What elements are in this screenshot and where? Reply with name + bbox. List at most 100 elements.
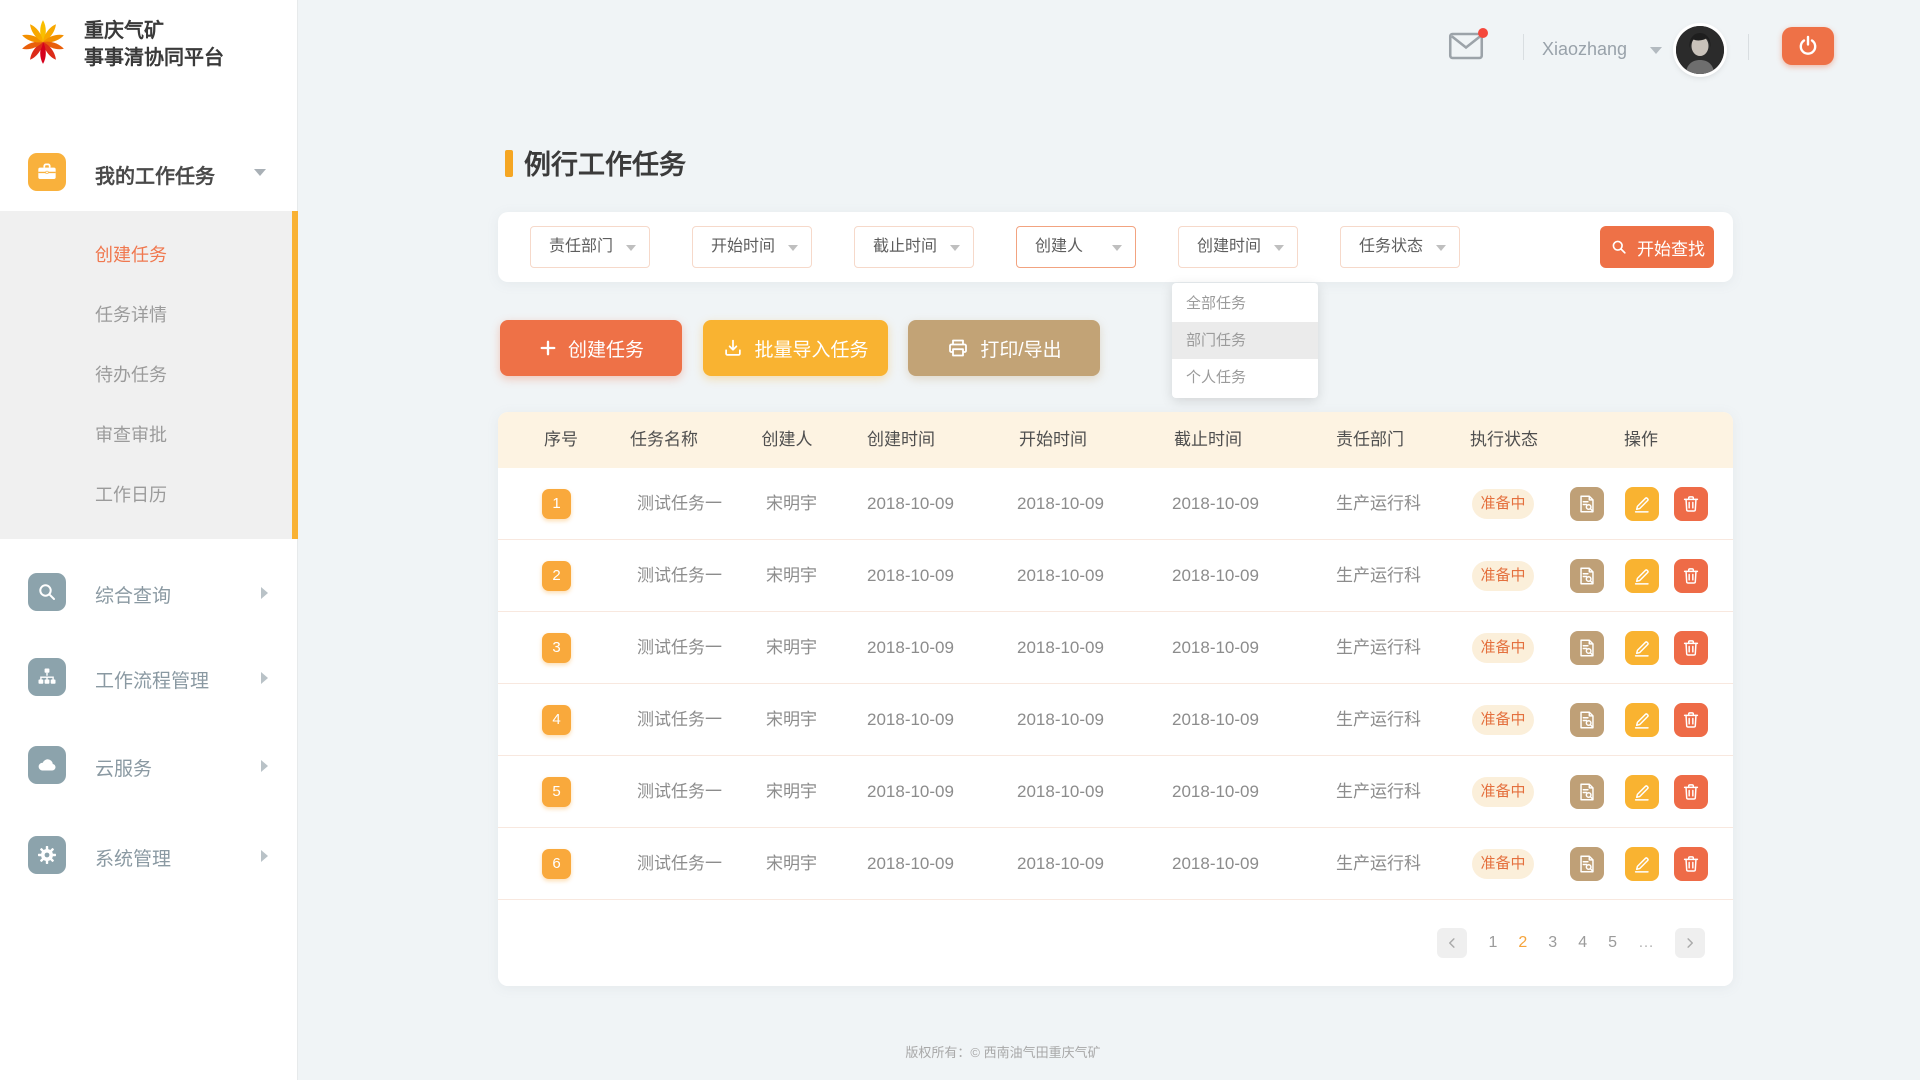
view-task-button[interactable] — [1570, 631, 1604, 665]
view-task-button[interactable] — [1570, 775, 1604, 809]
task-dept: 生产运行科 — [1336, 612, 1421, 684]
filter-bar: 责任部门 开始时间 截止时间 创建人 创建时间 任务状态 开始查找 — [498, 212, 1733, 282]
delete-task-button[interactable] — [1674, 847, 1708, 881]
page-title: 例行工作任务 — [524, 143, 686, 182]
view-task-button[interactable] — [1570, 703, 1604, 737]
view-task-button[interactable] — [1570, 559, 1604, 593]
sidebar-item-review-approval[interactable]: 审查审批 — [0, 405, 298, 465]
task-create-time: 2018-10-09 — [867, 756, 954, 828]
sidebar-item-work-calendar[interactable]: 工作日历 — [0, 465, 298, 525]
sidebar-item-cloud-services[interactable]: 云服务 — [0, 739, 298, 791]
brand-logo-icon — [15, 14, 71, 75]
bulk-import-button[interactable]: 批量导入任务 — [703, 320, 888, 376]
task-end-time: 2018-10-09 — [1172, 468, 1259, 540]
doc-search-icon — [1576, 853, 1598, 875]
col-header-task-name: 任务名称 — [604, 412, 724, 468]
search-button[interactable]: 开始查找 — [1600, 226, 1714, 268]
task-name: 测试任务一 — [637, 684, 722, 756]
delete-task-button[interactable] — [1674, 487, 1708, 521]
edit-task-button[interactable] — [1625, 631, 1659, 665]
col-header-dept: 责任部门 — [1310, 412, 1430, 468]
delete-task-button[interactable] — [1674, 775, 1708, 809]
cloud-icon — [28, 746, 66, 784]
print-export-button[interactable]: 打印/导出 — [908, 320, 1100, 376]
table-header: 序号 任务名称 创建人 创建时间 开始时间 截止时间 责任部门 执行状态 操作 — [498, 412, 1733, 468]
sidebar-item-todo-tasks[interactable]: 待办任务 — [0, 345, 298, 405]
next-page-button[interactable] — [1675, 928, 1705, 958]
pagination: 1 2 3 4 5 … — [1437, 928, 1705, 958]
pagination-row: 1 2 3 4 5 … — [498, 900, 1733, 986]
view-task-button[interactable] — [1570, 847, 1604, 881]
delete-task-button[interactable] — [1674, 703, 1708, 737]
chevron-right-icon — [261, 760, 268, 772]
menu-item-department-tasks[interactable]: 部门任务 — [1172, 322, 1318, 359]
edit-task-button[interactable] — [1625, 775, 1659, 809]
sidebar-section-label: 工作流程管理 — [95, 666, 209, 693]
sidebar-group-my-tasks[interactable]: 我的工作任务 — [0, 150, 298, 194]
filter-dropdown-create-time[interactable]: 创建时间 — [1178, 226, 1298, 268]
create-task-button[interactable]: 创建任务 — [500, 320, 682, 376]
filter-label: 开始时间 — [711, 238, 775, 255]
col-header-creator: 创建人 — [727, 412, 847, 468]
task-end-time: 2018-10-09 — [1172, 828, 1259, 900]
brand-title-line2: 事事清协同平台 — [84, 45, 224, 72]
status-badge: 准备中 — [1472, 849, 1534, 879]
plus-icon — [538, 338, 558, 358]
topbar-divider — [1748, 34, 1749, 60]
filter-dropdown-task-status[interactable]: 任务状态 — [1340, 226, 1460, 268]
sitemap-icon — [28, 658, 66, 696]
filter-dropdown-responsible-dept[interactable]: 责任部门 — [530, 226, 650, 268]
page-number-5[interactable]: 5 — [1608, 934, 1617, 952]
status-badge: 准备中 — [1472, 705, 1534, 735]
edit-task-button[interactable] — [1625, 847, 1659, 881]
filter-dropdown-creator[interactable]: 创建人 — [1016, 226, 1136, 268]
mail-button[interactable] — [1448, 31, 1486, 65]
page-number-4[interactable]: 4 — [1578, 934, 1587, 952]
sidebar-item-workflow-management[interactable]: 工作流程管理 — [0, 651, 298, 703]
table-row: 6 测试任务一 宋明宇 2018-10-09 2018-10-09 2018-1… — [498, 828, 1733, 900]
sidebar-item-system-management[interactable]: 系统管理 — [0, 829, 298, 881]
prev-page-button[interactable] — [1437, 928, 1467, 958]
search-button-label: 开始查找 — [1637, 235, 1705, 260]
username-menu[interactable]: Xiaozhang — [1542, 39, 1627, 60]
sidebar-group-label: 我的工作任务 — [95, 160, 215, 189]
row-number-badge: 3 — [542, 633, 571, 663]
filter-dropdown-end-time[interactable]: 截止时间 — [854, 226, 974, 268]
avatar[interactable] — [1676, 26, 1724, 74]
sidebar-item-create-task[interactable]: 创建任务 — [0, 225, 298, 285]
doc-search-icon — [1576, 709, 1598, 731]
task-name: 测试任务一 — [637, 828, 722, 900]
filter-label: 责任部门 — [549, 238, 613, 255]
brand-title-line1: 重庆气矿 — [84, 18, 224, 45]
view-task-button[interactable] — [1570, 487, 1604, 521]
filter-dropdown-start-time[interactable]: 开始时间 — [692, 226, 812, 268]
task-name: 测试任务一 — [637, 756, 722, 828]
task-creator: 宋明宇 — [766, 756, 817, 828]
sidebar-section-label: 云服务 — [95, 754, 152, 781]
delete-task-button[interactable] — [1674, 559, 1708, 593]
task-start-time: 2018-10-09 — [1017, 828, 1104, 900]
row-number-badge: 6 — [542, 849, 571, 879]
task-end-time: 2018-10-09 — [1172, 684, 1259, 756]
task-creator: 宋明宇 — [766, 612, 817, 684]
page-number-1[interactable]: 1 — [1488, 934, 1497, 952]
logout-button[interactable] — [1782, 27, 1834, 65]
sidebar-item-task-detail[interactable]: 任务详情 — [0, 285, 298, 345]
edit-task-button[interactable] — [1625, 559, 1659, 593]
status-badge: 准备中 — [1472, 489, 1534, 519]
chevron-down-icon[interactable] — [1650, 47, 1662, 54]
task-start-time: 2018-10-09 — [1017, 540, 1104, 612]
edit-task-button[interactable] — [1625, 487, 1659, 521]
edit-task-button[interactable] — [1625, 703, 1659, 737]
notification-dot — [1478, 28, 1488, 38]
page-number-3[interactable]: 3 — [1548, 934, 1557, 952]
col-header-create-time: 创建时间 — [841, 412, 961, 468]
pencil-icon — [1631, 709, 1653, 731]
menu-item-personal-tasks[interactable]: 个人任务 — [1172, 359, 1318, 396]
sidebar-item-comprehensive-query[interactable]: 综合查询 — [0, 566, 298, 618]
page-number-2-active[interactable]: 2 — [1518, 934, 1527, 952]
delete-task-button[interactable] — [1674, 631, 1708, 665]
chevron-left-icon — [1443, 934, 1461, 952]
task-dept: 生产运行科 — [1336, 756, 1421, 828]
menu-item-all-tasks[interactable]: 全部任务 — [1172, 285, 1318, 322]
